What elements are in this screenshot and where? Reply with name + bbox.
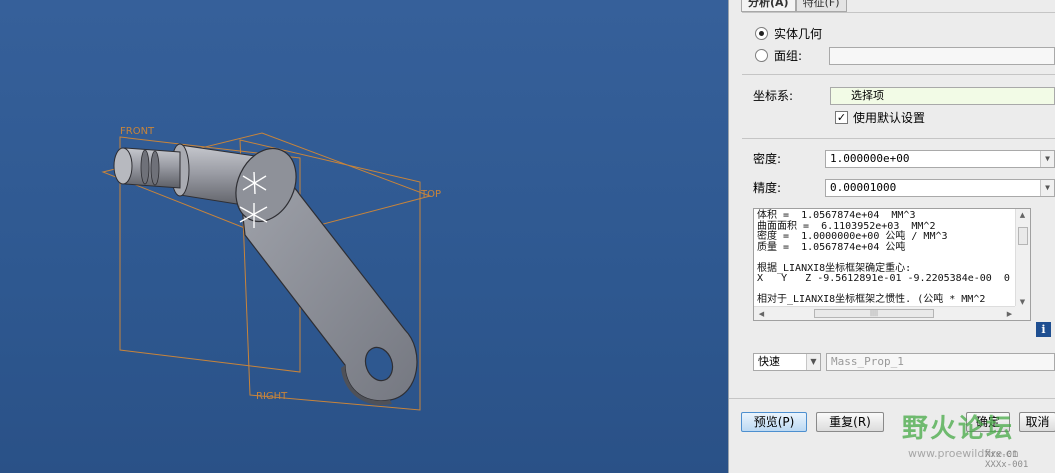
tab-feature[interactable]: 特征(F) [795,0,847,12]
watermark-logo: 野火论坛 [902,414,1015,444]
model-canvas[interactable]: FRONT TOP RIGHT [0,0,728,473]
mass-properties-panel: 分析(A) 特征(F) 实体几何 面组: 坐标系: 选择项 ✓ 使用默认设置 密… [728,0,1055,473]
scroll-down-icon[interactable]: ▼ [1016,298,1029,306]
results-vertical-scrollbar[interactable]: ▲ ▼ [1015,209,1030,308]
use-default-checkbox[interactable]: ✓ [835,111,848,124]
results-text: 体积 = 1.0567874e+04 MM^3 曲面面积 = 6.1103952… [757,210,1010,305]
radio-solid-button[interactable] [755,26,768,40]
results-textbox[interactable]: 体积 = 1.0567874e+04 MM^3 曲面面积 = 6.1103952… [753,208,1031,321]
tab-analysis[interactable]: 分析(A) [741,0,796,12]
panel-tabs: 分析(A) 特征(F) [741,0,847,12]
repeat-button[interactable]: 重复(R) [816,412,884,432]
radio-solid-geometry[interactable]: 实体几何 [755,24,822,42]
use-default-label: 使用默认设置 [853,111,926,125]
radio-quilt-button[interactable] [755,48,768,62]
density-input[interactable]: 1.000000e+00 ▼ [825,150,1055,168]
preview-button[interactable]: 预览(P) [741,412,807,432]
analysis-name-input[interactable]: Mass_Prop_1 [826,353,1055,371]
tab-divider [742,12,1055,13]
chevron-down-icon[interactable]: ▼ [806,354,820,370]
right-plane-label: RIGHT [256,391,288,402]
radio-quilt-label: 面组: [774,48,803,63]
graphics-viewport[interactable]: FRONT TOP RIGHT [0,0,728,473]
part-model[interactable] [113,139,418,406]
divider [729,398,1055,399]
chevron-down-icon[interactable]: ▼ [1040,151,1054,167]
scroll-up-icon[interactable]: ▲ [1016,211,1029,219]
coord-system-label: 坐标系: [753,89,794,103]
top-plane-label: TOP [420,189,441,200]
radio-solid-label: 实体几何 [774,26,823,41]
cancel-button[interactable]: 取消 [1019,412,1055,432]
density-label: 密度: [753,152,782,166]
mode-select[interactable]: 快速 ▼ [753,353,821,371]
divider [742,138,1055,139]
scroll-left-icon[interactable]: ◀ [755,310,768,318]
scroll-corner [1015,306,1030,320]
accuracy-label: 精度: [753,181,782,195]
chevron-down-icon[interactable]: ▼ [1040,180,1054,196]
accuracy-value: 0.00001000 [830,181,897,194]
info-icon[interactable]: i [1036,322,1051,337]
front-plane-label: FRONT [120,126,155,137]
accuracy-input[interactable]: 0.00001000 ▼ [825,179,1055,197]
density-value: 1.000000e+00 [830,152,910,165]
results-horizontal-scrollbar[interactable]: ◀ |||| ▶ [754,306,1017,320]
divider [742,74,1055,75]
coord-system-collector[interactable]: 选择项 [830,87,1055,105]
quilt-collector-field[interactable] [829,47,1055,65]
scroll-thumb[interactable] [1018,227,1028,245]
radio-quilt[interactable]: 面组: [755,46,802,64]
mode-value: 快速 [758,355,780,368]
version-text: XXXx-001 [985,460,1029,470]
version-text: Xxx-01 [985,450,1018,460]
scroll-thumb[interactable]: |||| [814,309,934,318]
